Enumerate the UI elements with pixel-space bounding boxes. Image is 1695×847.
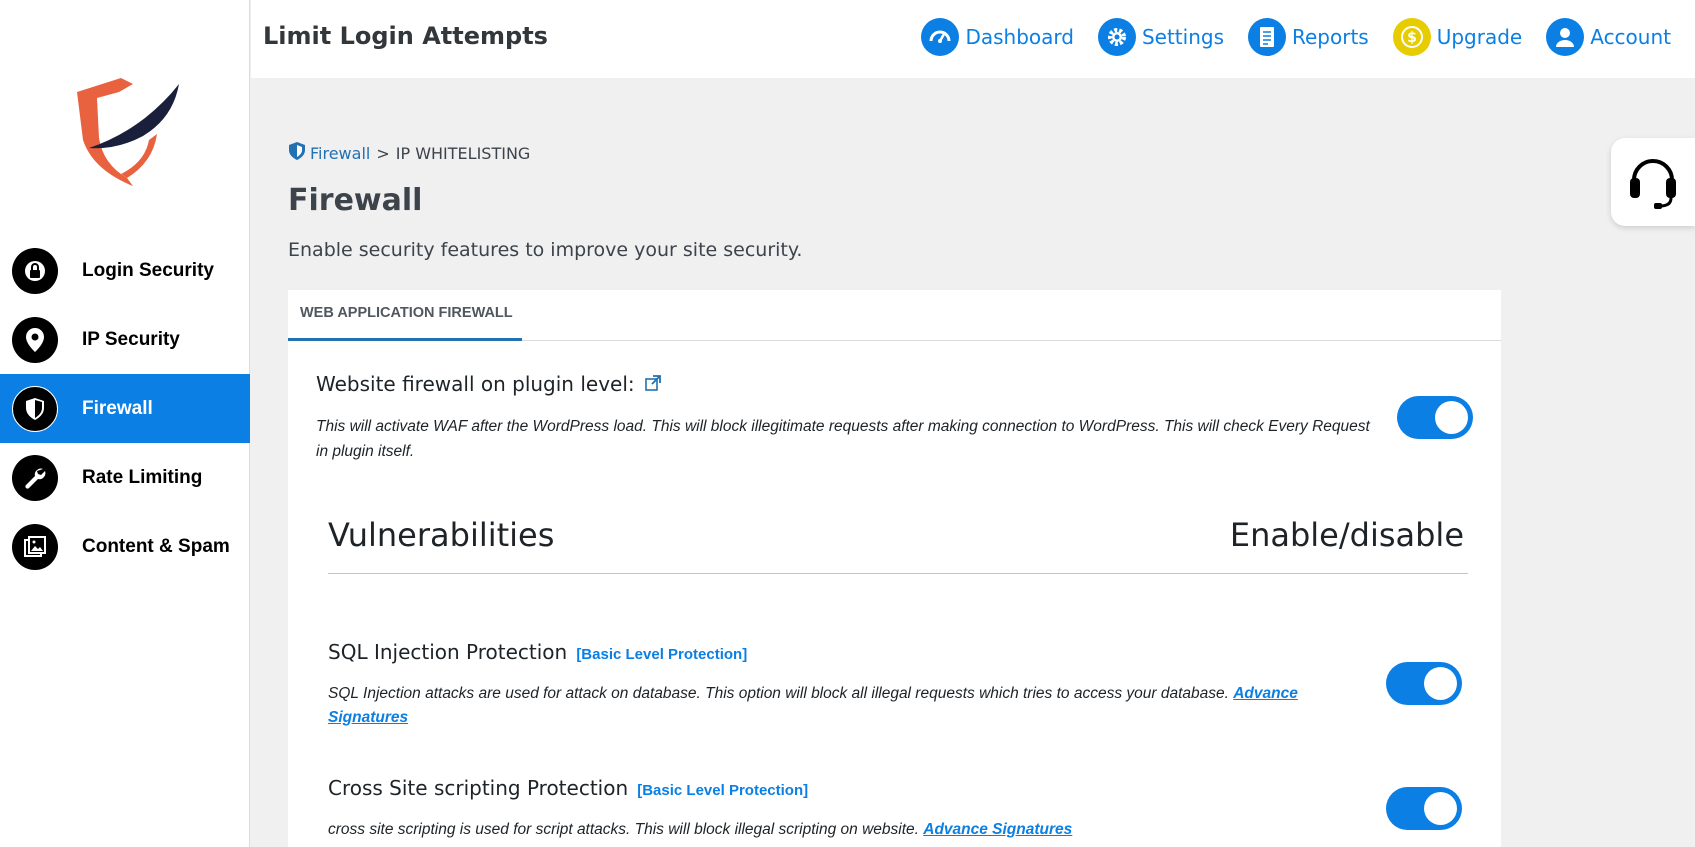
feature-cross-site-scripting: Cross Site scripting Protection [Basic L… xyxy=(328,776,1468,838)
shield-icon xyxy=(288,141,306,165)
breadcrumb-current: IP WHITELISTING xyxy=(395,143,531,163)
nav-label: Dashboard xyxy=(965,25,1074,49)
waf-title: Website firewall on plugin level: xyxy=(316,372,635,396)
sql-injection-toggle[interactable] xyxy=(1386,662,1462,705)
breadcrumb-link-firewall[interactable]: Firewall xyxy=(310,144,370,163)
nav-upgrade[interactable]: $ Upgrade xyxy=(1392,18,1523,56)
toggle-knob xyxy=(1435,401,1468,434)
top-bar: Limit Login Attempts Dashboard Settings … xyxy=(251,0,1695,78)
feature-description-text: cross site scripting is used for script … xyxy=(328,821,919,838)
waf-setting: Website firewall on plugin level: This w… xyxy=(316,372,1476,460)
wrench-icon xyxy=(12,454,58,501)
feature-description: cross site scripting is used for script … xyxy=(328,818,1308,842)
shield-logo-icon xyxy=(77,78,179,186)
nav-reports[interactable]: Reports xyxy=(1248,18,1369,56)
waf-toggle[interactable] xyxy=(1397,396,1473,439)
breadcrumb-separator: > xyxy=(376,143,390,163)
sidebar-item-firewall[interactable]: Firewall xyxy=(0,374,250,443)
sidebar-item-label: Rate Limiting xyxy=(82,466,203,488)
toggle-knob xyxy=(1424,667,1457,700)
advance-signatures-link[interactable]: Advance Signatures xyxy=(923,821,1072,838)
sidebar: Login Security IP Security Firewall Rate… xyxy=(0,0,250,847)
user-icon xyxy=(1546,18,1585,56)
sidebar-item-label: IP Security xyxy=(82,328,180,350)
feature-sql-injection: SQL Injection Protection [Basic Level Pr… xyxy=(328,640,1468,726)
waf-title-row: Website firewall on plugin level: xyxy=(316,372,1476,396)
sidebar-item-label: Content & Spam xyxy=(82,535,230,557)
top-nav: Dashboard Settings Reports $ Upgrade Acc… xyxy=(921,18,1695,56)
lock-icon xyxy=(12,247,58,294)
location-pin-icon xyxy=(12,316,58,363)
nav-label: Reports xyxy=(1292,25,1369,49)
feature-title: SQL Injection Protection xyxy=(328,640,568,664)
shield-icon xyxy=(12,385,58,432)
dollar-icon: $ xyxy=(1392,18,1431,56)
xss-toggle[interactable] xyxy=(1386,787,1462,830)
sidebar-item-content-spam[interactable]: Content & Spam xyxy=(0,512,250,581)
gear-icon xyxy=(1097,18,1136,56)
feature-badge: [Basic Level Protection] xyxy=(637,782,809,799)
tab-web-application-firewall[interactable]: WEB APPLICATION FIREWALL xyxy=(288,290,522,341)
sidebar-item-login-security[interactable]: Login Security xyxy=(0,236,250,305)
feature-description-text: SQL Injection attacks are used for attac… xyxy=(328,685,1229,702)
svg-text:$: $ xyxy=(1407,30,1417,46)
external-link-icon[interactable] xyxy=(644,372,661,396)
enable-disable-heading: Enable/disable xyxy=(1229,516,1464,554)
sidebar-nav: Login Security IP Security Firewall Rate… xyxy=(0,236,250,581)
feature-title: Cross Site scripting Protection xyxy=(328,776,629,800)
headset-icon xyxy=(1628,150,1678,214)
sidebar-item-label: Login Security xyxy=(82,259,214,281)
panel-tabs: WEB APPLICATION FIREWALL xyxy=(288,290,1501,341)
toggle-knob xyxy=(1424,792,1457,825)
app-title: Limit Login Attempts xyxy=(263,22,548,50)
nav-dashboard[interactable]: Dashboard xyxy=(921,18,1074,56)
page-subtitle: Enable security features to improve your… xyxy=(288,239,803,261)
waf-description: This will activate WAF after the WordPre… xyxy=(316,418,1370,460)
feature-description: SQL Injection attacks are used for attac… xyxy=(328,682,1308,730)
nav-account[interactable]: Account xyxy=(1546,18,1671,56)
feature-badge: [Basic Level Protection] xyxy=(576,646,748,663)
nav-label: Upgrade xyxy=(1436,25,1523,49)
sidebar-item-label: Firewall xyxy=(82,397,153,419)
image-icon xyxy=(12,523,58,570)
firewall-panel: WEB APPLICATION FIREWALL Website firewal… xyxy=(288,290,1501,847)
sidebar-item-ip-security[interactable]: IP Security xyxy=(0,305,250,374)
breadcrumb: Firewall > IP WHITELISTING xyxy=(288,141,530,165)
support-button[interactable] xyxy=(1611,138,1695,226)
gauge-icon xyxy=(921,18,960,56)
vulnerabilities-header: Vulnerabilities Enable/disable xyxy=(328,516,1468,574)
nav-settings[interactable]: Settings xyxy=(1097,18,1224,56)
vulnerabilities-heading: Vulnerabilities xyxy=(328,516,555,554)
page-title: Firewall xyxy=(288,183,423,218)
sidebar-item-rate-limiting[interactable]: Rate Limiting xyxy=(0,443,250,512)
nav-label: Account xyxy=(1590,25,1671,49)
nav-label: Settings xyxy=(1141,25,1224,49)
document-icon xyxy=(1248,18,1286,56)
